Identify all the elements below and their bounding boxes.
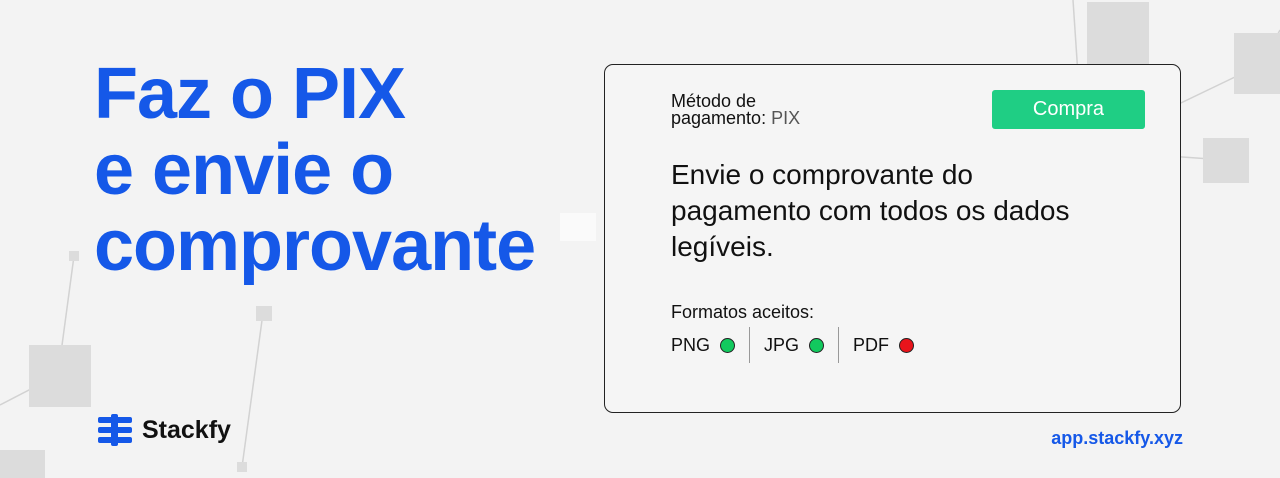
formats-label: Formatos aceitos: bbox=[671, 302, 815, 322]
stack-logo-icon bbox=[98, 414, 132, 446]
brand-logo: Stackfy bbox=[98, 414, 231, 446]
format-label: PNG bbox=[671, 334, 711, 355]
instruction-text: Envie o comprovante do pagamento com tod… bbox=[671, 159, 1070, 262]
status-dot-icon bbox=[720, 337, 736, 353]
buy-button[interactable]: Compra bbox=[992, 90, 1145, 129]
payment-method: Método de pagamento: PIX bbox=[671, 92, 801, 128]
format-divider bbox=[838, 327, 840, 363]
payment-card: Método de pagamento: PIX Compra Envie o … bbox=[604, 64, 1181, 413]
format-label: JPG bbox=[764, 334, 800, 355]
payment-method-value: PIX bbox=[771, 108, 801, 128]
brand-name: Stackfy bbox=[142, 415, 231, 444]
status-dot-icon bbox=[899, 337, 915, 353]
status-dot-icon bbox=[809, 337, 825, 353]
format-label: PDF bbox=[853, 334, 890, 355]
payment-method-label-2: pagamento: bbox=[671, 108, 767, 128]
formats-list: PNG JPG PDF bbox=[671, 327, 915, 363]
app-url-link[interactable]: app.stackfy.xyz bbox=[1051, 428, 1183, 449]
format-png: PNG bbox=[671, 327, 736, 363]
headline-line-2: e envie o bbox=[94, 130, 394, 210]
format-divider bbox=[749, 327, 751, 363]
headline-line-3: comprovante bbox=[94, 206, 536, 286]
page-headline: Faz o PIX e envie o comprovante bbox=[94, 54, 536, 286]
headline-line-1: Faz o PIX bbox=[94, 54, 406, 134]
format-pdf: PDF bbox=[853, 327, 915, 363]
format-jpg: JPG bbox=[764, 327, 825, 363]
